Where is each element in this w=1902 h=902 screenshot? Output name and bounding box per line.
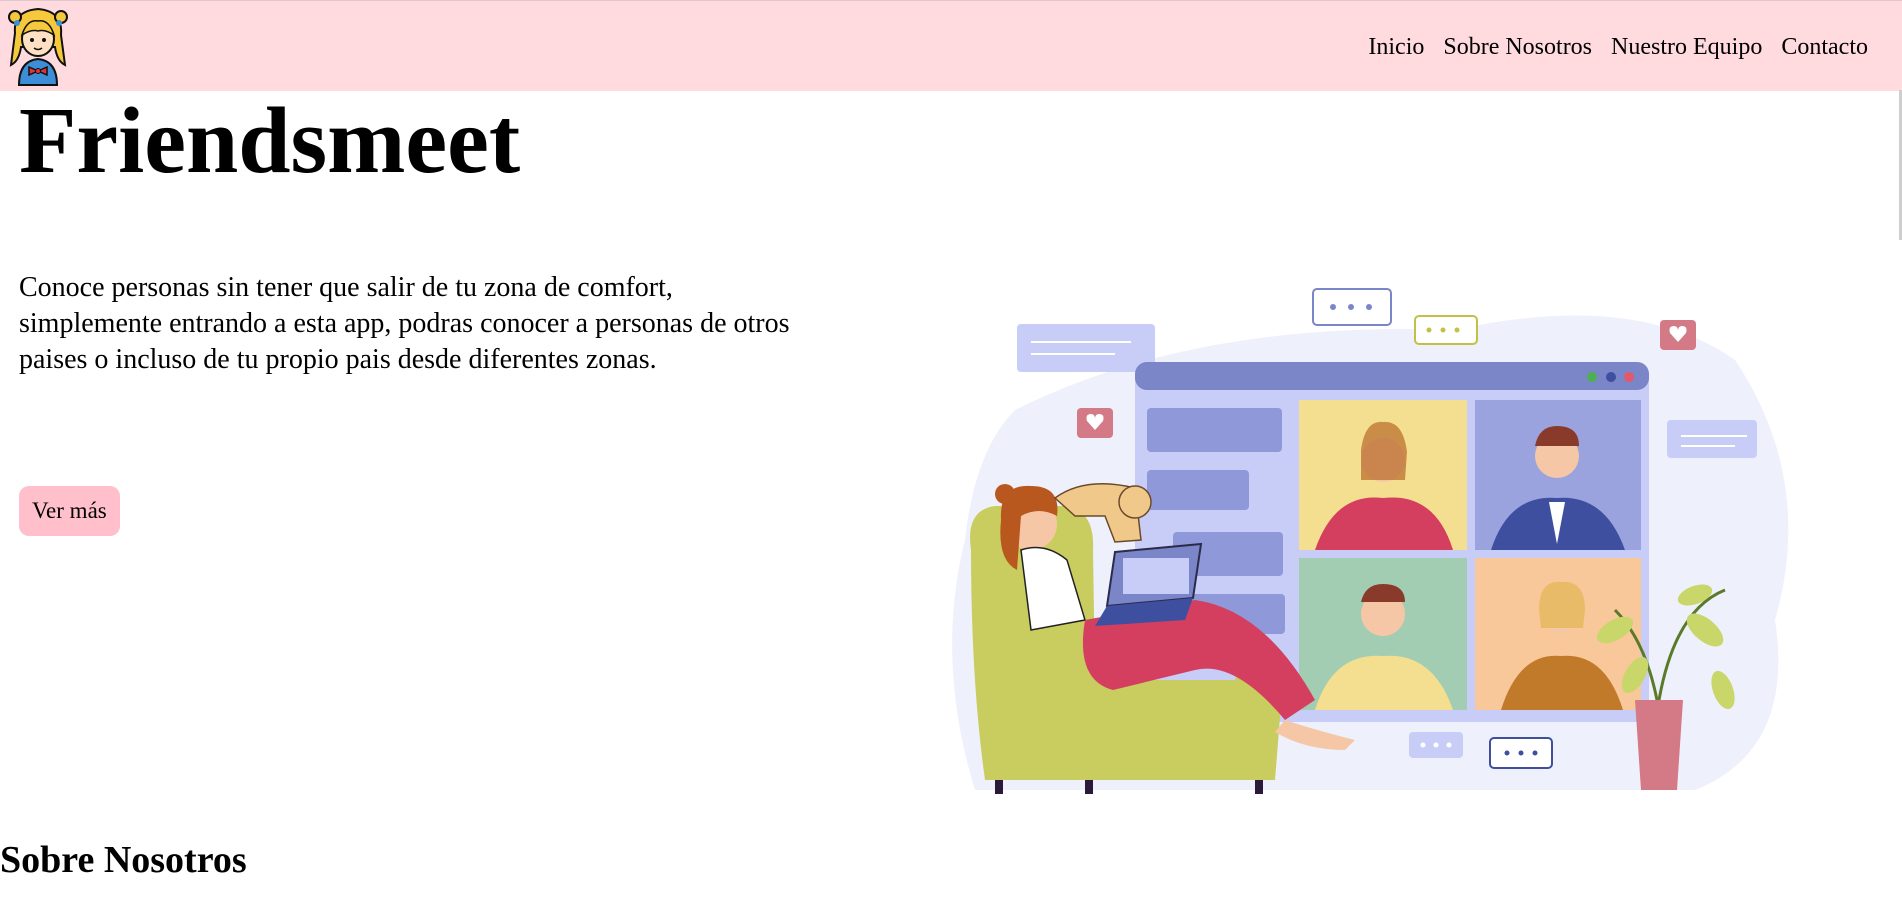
video-call-illustration	[952, 288, 1789, 794]
hero-title: Friendsmeet	[19, 89, 521, 193]
nav-link-contacto[interactable]: Contacto	[1781, 34, 1868, 61]
girl-avatar-icon[interactable]	[5, 3, 71, 87]
nav-link-nuestro-equipo[interactable]: Nuestro Equipo	[1611, 34, 1762, 61]
main-nav: Inicio Sobre Nosotros Nuestro Equipo Con…	[1368, 34, 1868, 61]
page: Inicio Sobre Nosotros Nuestro Equipo Con…	[0, 0, 1902, 902]
hero-description: Conoce personas sin tener que salir de t…	[19, 272, 790, 375]
nav-link-inicio[interactable]: Inicio	[1368, 34, 1424, 61]
navbar: Inicio Sobre Nosotros Nuestro Equipo Con…	[0, 0, 1902, 91]
ver-mas-button[interactable]: Ver más	[19, 486, 120, 536]
section-title-sobre-nosotros: Sobre Nosotros	[0, 839, 247, 881]
nav-link-sobre-nosotros[interactable]: Sobre Nosotros	[1443, 34, 1592, 61]
